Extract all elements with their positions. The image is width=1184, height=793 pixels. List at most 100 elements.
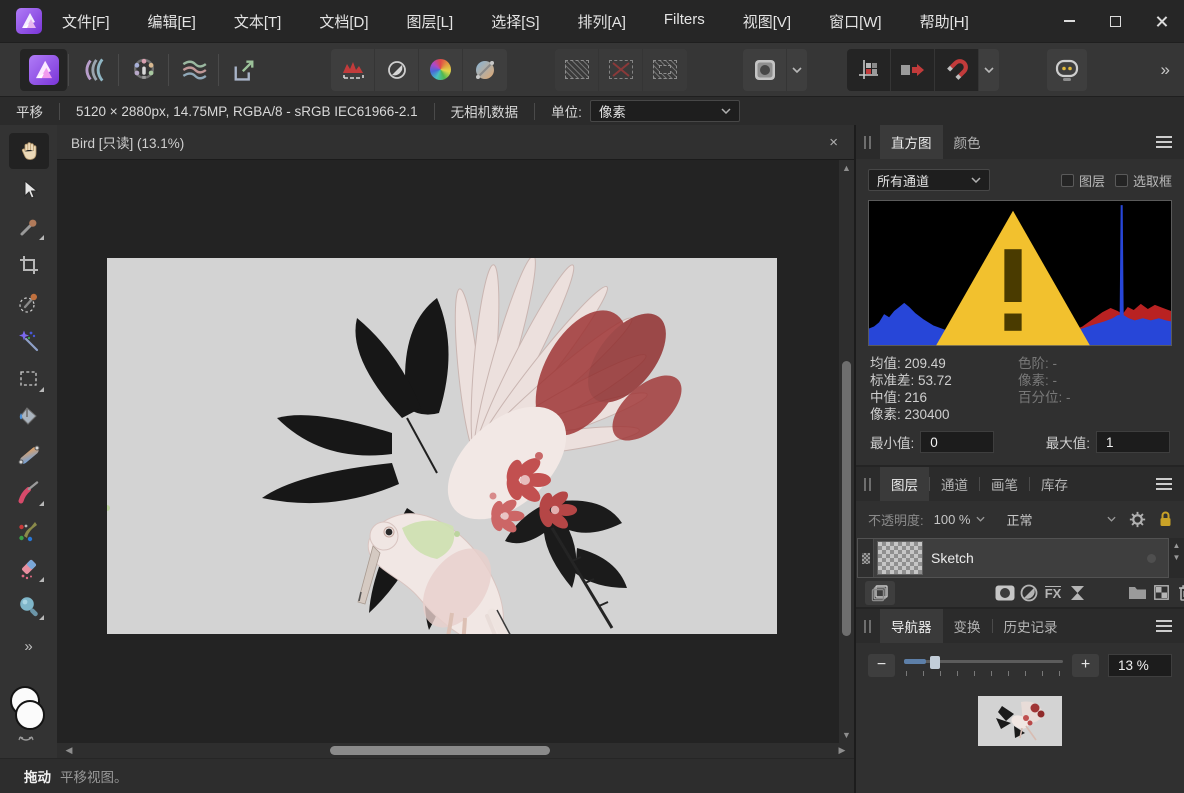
tools-overflow-button[interactable]: »	[24, 638, 32, 655]
move-by-pixels-button[interactable]	[891, 49, 935, 91]
primary-colour-swatch[interactable]	[15, 700, 45, 730]
grip-icon[interactable]	[864, 136, 871, 149]
zoom-in-button[interactable]: +	[1072, 654, 1099, 677]
menu-window[interactable]: 窗口[W]	[829, 11, 882, 32]
grip-icon[interactable]	[864, 478, 871, 491]
pixel-grid-button[interactable]	[847, 49, 891, 91]
zoom-value-input[interactable]: 13 %	[1108, 654, 1172, 677]
tab-history[interactable]: 历史记录	[993, 609, 1069, 643]
scroll-up-icon[interactable]: ▲	[1173, 541, 1181, 550]
horizontal-scrollbar[interactable]: ◀ ▶	[57, 743, 854, 758]
layer-row-sketch[interactable]: Sketch	[857, 538, 1169, 578]
zoom-tool[interactable]	[9, 589, 49, 625]
invert-selection-button[interactable]	[643, 49, 687, 91]
document-page[interactable]	[107, 258, 777, 634]
colour-swatches[interactable]	[9, 686, 49, 742]
tab-colour[interactable]: 颜色	[943, 125, 992, 159]
menu-arrange[interactable]: 排列[A]	[578, 11, 626, 32]
selection-brush-tool[interactable]	[9, 285, 49, 321]
tab-navigator[interactable]: 导航器	[880, 609, 943, 643]
zoom-out-button[interactable]: −	[868, 654, 895, 677]
snapping-dropdown[interactable]	[979, 49, 999, 91]
select-all-button[interactable]	[555, 49, 599, 91]
menu-layer[interactable]: 图层[L]	[407, 11, 454, 32]
maximize-button[interactable]	[1092, 0, 1138, 42]
quick-mask-dropdown[interactable]	[787, 49, 807, 91]
erase-tool[interactable]	[9, 551, 49, 587]
tab-channels[interactable]: 通道	[930, 467, 979, 501]
layer-name[interactable]: Sketch	[931, 550, 974, 566]
layer-effects-button[interactable]: FX	[1041, 581, 1065, 605]
scroll-down-icon[interactable]: ▼	[839, 727, 854, 743]
tab-close-button[interactable]: ×	[827, 134, 840, 151]
marquee-checkbox[interactable]	[1115, 174, 1128, 187]
menu-help[interactable]: 帮助[H]	[920, 11, 969, 32]
edit-all-layers-button[interactable]	[865, 581, 895, 605]
min-input[interactable]: 0	[920, 431, 994, 453]
flood-select-tool[interactable]	[9, 323, 49, 359]
liquify-persona-button[interactable]	[70, 49, 117, 91]
menu-view[interactable]: 视图[V]	[743, 11, 791, 32]
quick-mask-button[interactable]	[743, 49, 787, 91]
view-hand-tool[interactable]	[9, 133, 49, 169]
snapping-magnet-button[interactable]	[935, 49, 979, 91]
auto-colour-button[interactable]	[419, 49, 463, 91]
scroll-down-icon[interactable]: ▼	[1173, 553, 1181, 562]
tab-brushes[interactable]: 画笔	[980, 467, 1029, 501]
canvas-viewport[interactable]: ▲ ▼	[57, 160, 854, 743]
opacity-value[interactable]: 100 %	[934, 512, 985, 527]
close-button[interactable]	[1138, 0, 1184, 42]
live-filter-button[interactable]	[1065, 581, 1089, 605]
menu-select[interactable]: 选择[S]	[491, 11, 539, 32]
scroll-up-icon[interactable]: ▲	[839, 160, 854, 176]
tab-transform[interactable]: 变换	[943, 609, 992, 643]
gradient-tool[interactable]	[9, 437, 49, 473]
lock-icon[interactable]	[1159, 511, 1172, 527]
menu-file[interactable]: 文件[F]	[62, 11, 110, 32]
menu-hamburger-icon[interactable]	[1156, 620, 1172, 632]
scroll-right-icon[interactable]: ▶	[834, 743, 850, 758]
flood-fill-tool[interactable]	[9, 399, 49, 435]
max-input[interactable]: 1	[1096, 431, 1170, 453]
layer-edit-strip[interactable]	[858, 539, 874, 577]
zoom-slider[interactable]	[904, 654, 1063, 676]
export-persona-button[interactable]	[220, 49, 267, 91]
photo-persona-button[interactable]	[20, 49, 67, 91]
toolbar-overflow-button[interactable]: »	[1161, 60, 1170, 80]
tab-histogram[interactable]: 直方图	[880, 125, 943, 159]
vertical-scroll-thumb[interactable]	[842, 361, 851, 636]
menu-filters[interactable]: Filters	[664, 11, 705, 32]
swap-colours-icon[interactable]	[17, 735, 35, 745]
colour-picker-tool[interactable]	[9, 209, 49, 245]
paint-brush-tool[interactable]	[9, 475, 49, 511]
menu-hamburger-icon[interactable]	[1156, 478, 1172, 490]
mask-layer-button[interactable]	[993, 581, 1017, 605]
adjustment-layer-button[interactable]	[1017, 581, 1041, 605]
move-tool[interactable]	[9, 171, 49, 207]
horizontal-scroll-thumb[interactable]	[330, 746, 550, 755]
blend-mode-select[interactable]: 正常	[1007, 510, 1033, 529]
auto-levels-button[interactable]	[331, 49, 375, 91]
minimize-button[interactable]	[1046, 0, 1092, 42]
group-layers-button[interactable]	[1125, 581, 1149, 605]
chevron-down-icon[interactable]	[1107, 516, 1116, 522]
layer-thumbnail[interactable]	[877, 541, 923, 575]
deselect-button[interactable]	[599, 49, 643, 91]
auto-contrast-button[interactable]	[375, 49, 419, 91]
grip-icon[interactable]	[864, 620, 871, 633]
menu-edit[interactable]: 编辑[E]	[148, 11, 196, 32]
layer-checkbox[interactable]	[1061, 174, 1074, 187]
auto-white-balance-button[interactable]	[463, 49, 507, 91]
menu-text[interactable]: 文本[T]	[234, 11, 282, 32]
colour-replacement-brush-tool[interactable]	[9, 513, 49, 549]
assistant-button[interactable]	[1047, 49, 1087, 91]
unit-select[interactable]: 像素	[590, 100, 740, 122]
navigator-thumbnail[interactable]	[978, 696, 1062, 746]
menu-document[interactable]: 文档[D]	[319, 11, 368, 32]
vertical-scrollbar[interactable]: ▲ ▼	[839, 160, 854, 743]
crop-tool[interactable]	[9, 247, 49, 283]
tab-layers[interactable]: 图层	[880, 467, 929, 501]
marquee-tool[interactable]	[9, 361, 49, 397]
develop-persona-button[interactable]	[120, 49, 167, 91]
tone-mapping-persona-button[interactable]	[170, 49, 217, 91]
